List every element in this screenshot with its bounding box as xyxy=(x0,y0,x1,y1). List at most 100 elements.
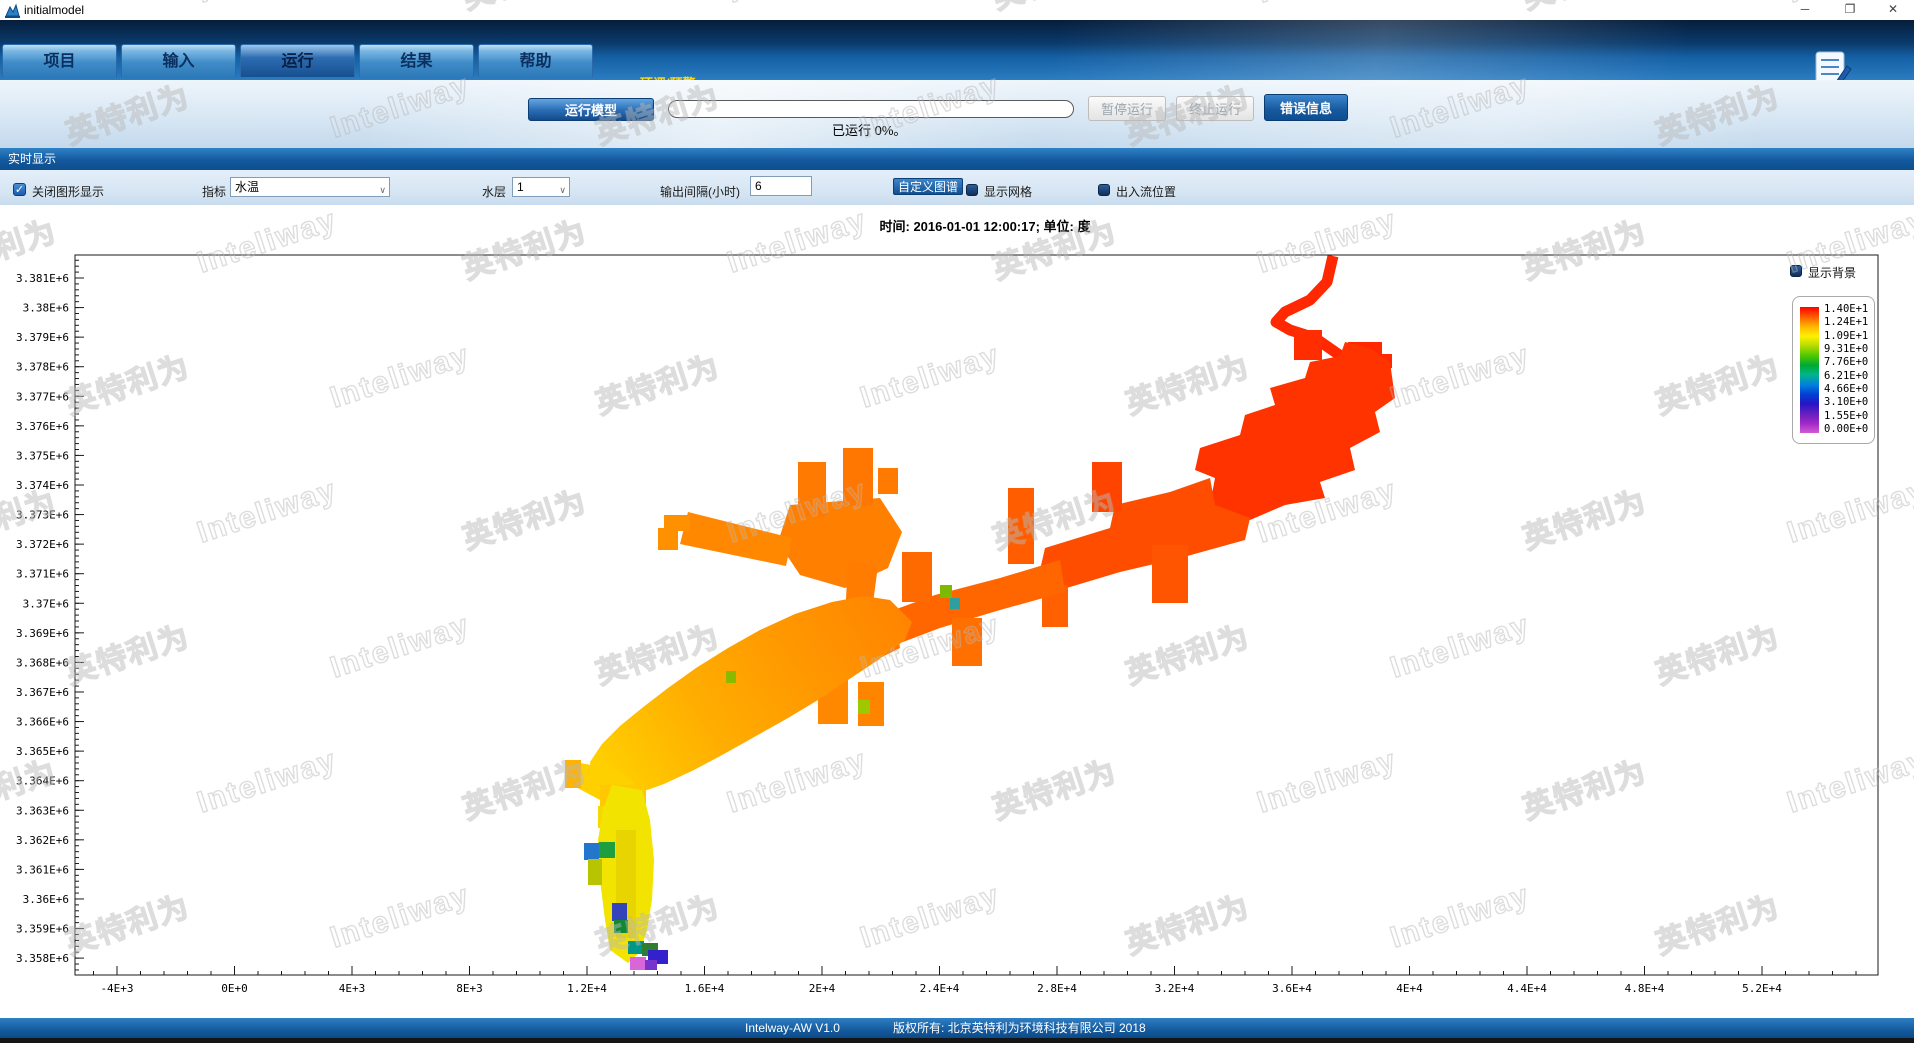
y-tick-label: 3.366E+6 xyxy=(16,716,69,729)
legend-value: 1.24E+1 xyxy=(1824,317,1872,328)
inout-flow-label: 出入流位置 xyxy=(1116,183,1176,200)
plot-area: 时间: 2016-01-01 12:00:17; 单位: 度 -4E+30E+0… xyxy=(0,205,1914,1018)
title-bar: initialmodel ─ ❐ ✕ xyxy=(0,0,1914,21)
show-background-label: 显示背景 xyxy=(1808,264,1856,281)
x-tick-label: 4E+4 xyxy=(1396,982,1423,995)
bottom-strip xyxy=(0,1038,1914,1043)
show-background-checkbox[interactable] xyxy=(1790,265,1802,277)
y-tick-label: 3.376E+6 xyxy=(16,420,69,433)
close-graph-label: 关闭图形显示 xyxy=(32,183,104,200)
x-tick-label: 5.2E+4 xyxy=(1742,982,1782,995)
tab-run[interactable]: 运行 xyxy=(240,44,355,77)
application-window: initialmodel ─ ❐ ✕ 项目输入运行结果帮助 环评/预警 运行模型… xyxy=(0,0,1914,1043)
indicator-select[interactable]: 水温 ∨ xyxy=(230,177,390,197)
x-tick-label: 1.2E+4 xyxy=(567,982,607,995)
x-tick-label: 4E+3 xyxy=(339,982,366,995)
y-tick-label: 3.363E+6 xyxy=(16,804,69,817)
stop-run-button[interactable]: 终止运行 xyxy=(1176,96,1254,121)
x-tick-label: 1.6E+4 xyxy=(685,982,725,995)
run-toolbar: 运行模型 已运行 0%。 暂停运行 终止运行 错误信息 xyxy=(0,80,1914,148)
y-tick-label: 3.359E+6 xyxy=(16,923,69,936)
legend-value: 6.21E+0 xyxy=(1824,371,1872,382)
y-tick-label: 3.369E+6 xyxy=(16,627,69,640)
y-axis: 3.381E+63.38E+63.379E+63.378E+63.377E+63… xyxy=(16,260,84,970)
realtime-header-label: 实时显示 xyxy=(8,152,56,166)
ribbon-tabs: 项目输入运行结果帮助 xyxy=(0,44,1100,77)
layer-select[interactable]: 1 ∨ xyxy=(512,177,570,197)
app-icon xyxy=(5,3,20,18)
chevron-down-icon: ∨ xyxy=(559,181,566,199)
close-graph-checkbox[interactable]: ✓ xyxy=(13,183,26,196)
y-tick-label: 3.371E+6 xyxy=(16,568,69,581)
y-tick-label: 3.36E+6 xyxy=(23,893,69,906)
close-button[interactable]: ✕ xyxy=(1878,1,1908,18)
tab-project[interactable]: 项目 xyxy=(2,44,117,77)
y-tick-label: 3.361E+6 xyxy=(16,863,69,876)
interval-label: 输出间隔(小时) xyxy=(660,183,740,200)
legend-value: 1.55E+0 xyxy=(1824,411,1872,422)
show-grid-label: 显示网格 xyxy=(984,183,1032,200)
legend-value: 0.00E+0 xyxy=(1824,424,1872,435)
indicator-label: 指标 xyxy=(202,183,226,200)
window-title: initialmodel xyxy=(24,3,84,17)
custom-spectrum-button[interactable]: 自定义图谱 xyxy=(893,178,963,195)
heatmap-plot: -4E+30E+04E+38E+31.2E+41.6E+42E+42.4E+42… xyxy=(0,205,1914,1018)
legend-value: 3.10E+0 xyxy=(1824,397,1872,408)
y-tick-label: 3.377E+6 xyxy=(16,390,69,403)
minimize-button[interactable]: ─ xyxy=(1790,1,1820,18)
legend-value: 1.40E+1 xyxy=(1824,304,1872,315)
layer-label: 水层 xyxy=(482,183,506,200)
x-tick-label: 3.6E+4 xyxy=(1272,982,1312,995)
legend-value: 4.66E+0 xyxy=(1824,384,1872,395)
inout-flow-checkbox[interactable] xyxy=(1098,184,1110,196)
status-copyright: 版权所有: 北京英特利为环境科技有限公司 2018 xyxy=(893,1018,1146,1038)
interval-input[interactable]: 6 xyxy=(750,176,812,196)
ribbon: 项目输入运行结果帮助 环评/预警 xyxy=(0,20,1914,80)
x-tick-label: 4.4E+4 xyxy=(1507,982,1547,995)
realtime-section-header: 实时显示 xyxy=(0,148,1914,170)
maximize-button[interactable]: ❐ xyxy=(1835,1,1865,18)
legend-value: 9.31E+0 xyxy=(1824,344,1872,355)
indicator-value: 水温 xyxy=(235,180,259,194)
realtime-controls: ✓ 关闭图形显示 指标 水温 ∨ 水层 1 ∨ 输出间隔(小时) 6 自定义图谱… xyxy=(0,170,1914,205)
map-heatmap xyxy=(565,256,1395,970)
progress-bar xyxy=(668,100,1074,118)
pause-run-button[interactable]: 暂停运行 xyxy=(1088,96,1166,121)
run-status-text: 已运行 0%。 xyxy=(832,120,906,139)
x-tick-label: 4.8E+4 xyxy=(1625,982,1665,995)
legend-values: 1.40E+1 1.24E+1 1.09E+1 9.31E+0 7.76E+0 6.21E… xyxy=(1824,304,1872,435)
x-tick-label: 3.2E+4 xyxy=(1155,982,1195,995)
x-tick-label: 0E+0 xyxy=(221,982,248,995)
y-tick-label: 3.373E+6 xyxy=(16,509,69,522)
y-tick-label: 3.362E+6 xyxy=(16,834,69,847)
y-tick-label: 3.368E+6 xyxy=(16,656,69,669)
chevron-down-icon: ∨ xyxy=(379,181,386,199)
tab-result[interactable]: 结果 xyxy=(359,44,474,77)
y-tick-label: 3.364E+6 xyxy=(16,775,69,788)
legend-header: 显示背景 xyxy=(1788,263,1880,279)
y-tick-label: 3.372E+6 xyxy=(16,538,69,551)
x-tick-label: 2.4E+4 xyxy=(920,982,960,995)
status-bar: Intelway-AW V1.0 版权所有: 北京英特利为环境科技有限公司 20… xyxy=(0,1018,1914,1038)
x-tick-label: 8E+3 xyxy=(456,982,483,995)
y-tick-label: 3.379E+6 xyxy=(16,331,69,344)
legend-value: 7.76E+0 xyxy=(1824,357,1872,368)
x-tick-label: -4E+3 xyxy=(100,982,133,995)
run-model-button[interactable]: 运行模型 xyxy=(528,98,654,121)
x-axis: -4E+30E+04E+38E+31.2E+41.6E+42E+42.4E+42… xyxy=(94,966,1857,995)
tab-help[interactable]: 帮助 xyxy=(478,44,593,77)
tab-input[interactable]: 输入 xyxy=(121,44,236,77)
show-grid-checkbox[interactable] xyxy=(966,184,978,196)
legend: 显示背景 1.40E+11.24E+11.09E+19.31E+07.76E+0… xyxy=(1788,263,1880,279)
y-tick-label: 3.378E+6 xyxy=(16,361,69,374)
y-tick-label: 3.367E+6 xyxy=(16,686,69,699)
legend-colorbar-box: 1.40E+1 1.24E+1 1.09E+1 9.31E+0 7.76E+0 6.21E… xyxy=(1792,296,1875,444)
y-tick-label: 3.374E+6 xyxy=(16,479,69,492)
status-app-version: Intelway-AW V1.0 xyxy=(745,1018,840,1038)
legend-value: 1.09E+1 xyxy=(1824,331,1872,342)
layer-value: 1 xyxy=(517,180,524,194)
y-tick-label: 3.375E+6 xyxy=(16,449,69,462)
error-info-button[interactable]: 错误信息 xyxy=(1264,94,1348,121)
y-tick-label: 3.365E+6 xyxy=(16,745,69,758)
y-tick-label: 3.358E+6 xyxy=(16,952,69,965)
